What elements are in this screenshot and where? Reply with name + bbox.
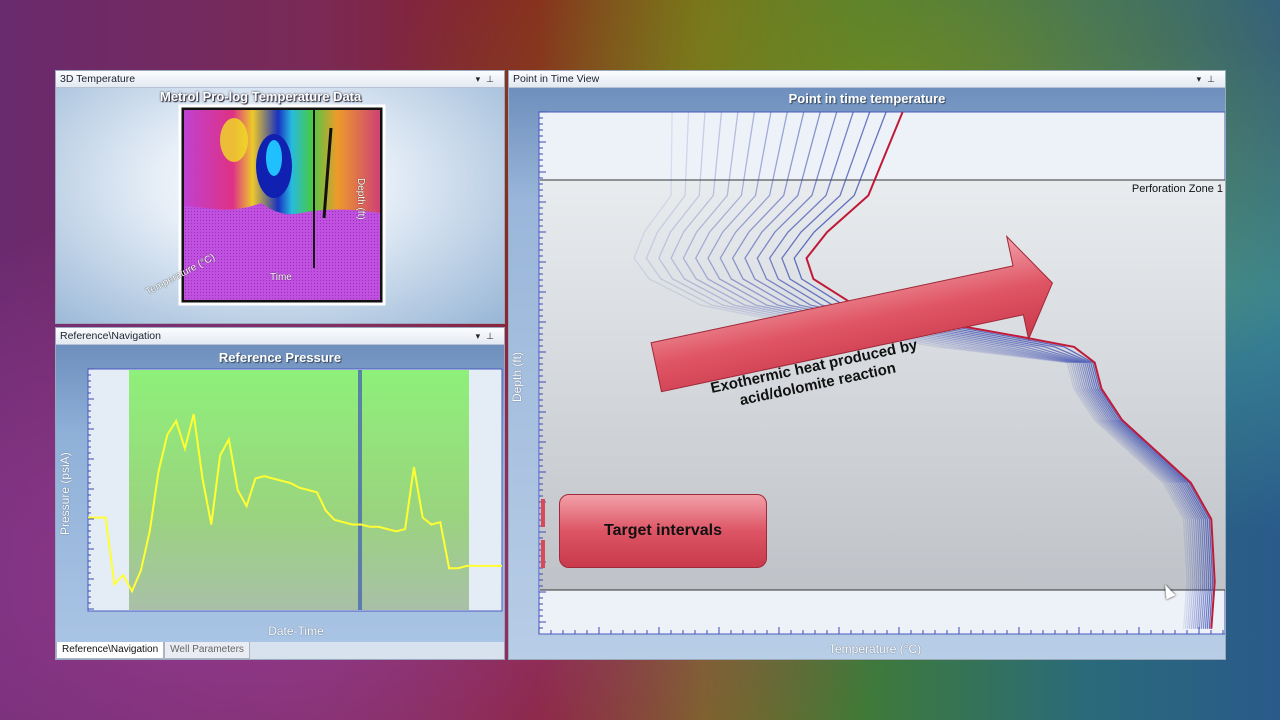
tab-reference-navigation[interactable]: Reference\Navigation	[56, 642, 165, 659]
point-in-time-panel-title: Point in Time View	[513, 73, 600, 85]
temperature-3d-panel-title: 3D Temperature	[60, 73, 136, 85]
pin-icon[interactable]: ⊥	[1207, 74, 1221, 84]
temperature-3d-panel: 3D Temperature ▾⊥ Metrol Pro-log Tempera…	[55, 70, 505, 324]
pin-icon[interactable]: ⊥	[486, 74, 500, 84]
panel-dropdown-icon[interactable]: ▾	[1197, 74, 1208, 84]
reference-navigation-panel: Reference\Navigation ▾⊥ Reference Pressu…	[55, 327, 505, 660]
pin-icon[interactable]: ⊥	[486, 331, 500, 341]
reference-chart-area[interactable]: Reference Pressure Pressure (psiA) Date-…	[56, 345, 504, 642]
point-in-time-chart-area[interactable]: Point in time temperature Depth (ft) Tem…	[509, 88, 1225, 659]
reference-panel-header: Reference\Navigation ▾⊥	[56, 328, 504, 345]
temperature-3d-view[interactable]: Metrol Pro-log Temperature Data Temperat…	[56, 88, 504, 323]
reference-panel-title: Reference\Navigation	[60, 330, 161, 342]
target-intervals-callout: Target intervals	[559, 494, 767, 568]
perforation-zone-label: Perforation Zone 1	[1131, 183, 1223, 195]
temperature-3d-surface	[178, 104, 386, 306]
target-intervals-label: Target intervals	[604, 522, 722, 539]
bottom-tab-strip: Reference\Navigation Well Parameters	[56, 642, 250, 659]
tab-well-parameters[interactable]: Well Parameters	[164, 642, 250, 659]
point-in-time-panel-header: Point in Time View ▾⊥	[509, 71, 1225, 88]
temperature-3d-title: Metrol Pro-log Temperature Data	[160, 89, 362, 104]
target-interval-marker	[541, 499, 545, 527]
axis-label-depth: Depth (ft)	[355, 178, 366, 220]
panel-dropdown-icon[interactable]: ▾	[476, 74, 487, 84]
target-interval-marker	[541, 540, 545, 568]
temperature-3d-panel-header: 3D Temperature ▾⊥	[56, 71, 504, 88]
pressure-plot	[87, 368, 503, 612]
point-in-time-panel: Point in Time View ▾⊥ Point in time temp…	[508, 70, 1226, 660]
panel-dropdown-icon[interactable]: ▾	[476, 331, 487, 341]
axis-label-time: Time	[270, 272, 292, 283]
